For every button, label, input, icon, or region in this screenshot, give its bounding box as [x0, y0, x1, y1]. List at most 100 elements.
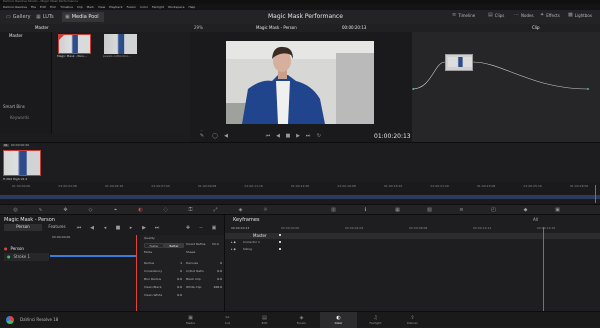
page-tab-fairlight[interactable]: ♫ Fairlight: [357, 312, 394, 328]
track-forward-icon[interactable]: ▸: [128, 225, 134, 231]
param-value[interactable]: 0.0: [177, 293, 184, 297]
keyframes-filter[interactable]: All: [533, 218, 538, 222]
keyframe-marker[interactable]: [279, 248, 281, 250]
noise-reduction-icon[interactable]: ▣: [554, 207, 561, 214]
curves-icon[interactable]: ∿: [37, 207, 44, 214]
motion-effects-icon[interactable]: ≋: [458, 207, 465, 214]
node-corrector-1[interactable]: [445, 54, 473, 71]
skip-start-icon[interactable]: ⏮: [265, 133, 271, 139]
smart-bins-label[interactable]: Smart Bins: [3, 105, 25, 109]
expand-icon[interactable]: ▸ ◆: [231, 248, 236, 251]
scopes-icon[interactable]: ▥: [330, 207, 337, 214]
key-icon[interactable]: ⚿: [187, 207, 194, 214]
param-value[interactable]: 100.0: [213, 285, 224, 289]
step-fwd-icon[interactable]: ▶: [141, 225, 147, 231]
sizing-icon[interactable]: ⤢: [212, 207, 219, 214]
magic-mask-icon[interactable]: ◐: [137, 207, 144, 214]
menu-item[interactable]: View: [98, 5, 105, 9]
luts-button[interactable]: ▦ LUTs: [36, 13, 54, 22]
tab-features[interactable]: Features: [42, 224, 72, 231]
menu-item[interactable]: Color: [140, 5, 148, 9]
stop-icon[interactable]: ■: [115, 225, 121, 231]
menu-item[interactable]: Fairlight: [152, 5, 164, 9]
faster-button[interactable]: Faster: [144, 243, 164, 248]
blur-icon[interactable]: ◌: [162, 207, 169, 214]
nodes-button[interactable]: ⋯ Nodes: [514, 13, 534, 18]
param-value[interactable]: 0.0: [177, 285, 184, 289]
page-tab-fusion[interactable]: ◈ Fusion: [283, 312, 320, 328]
warper-icon[interactable]: ▦: [394, 207, 401, 214]
menu-item[interactable]: Trim: [50, 5, 56, 9]
menu-item[interactable]: Clip: [77, 5, 83, 9]
loop-icon[interactable]: ↻: [316, 133, 322, 139]
add-stroke-icon[interactable]: ✚: [185, 225, 191, 231]
pen-icon[interactable]: ✎: [199, 133, 205, 139]
track-end-icon[interactable]: ⏭: [154, 225, 160, 231]
gallery-button[interactable]: ▭ Gallery: [6, 13, 31, 22]
expand-icon[interactable]: ▸ ◆: [231, 241, 236, 244]
media-pool-button[interactable]: ▣ Media Pool: [62, 12, 104, 22]
menu-item[interactable]: Edit: [40, 5, 46, 9]
rgb-mixer-icon[interactable]: ▧: [426, 207, 433, 214]
hdr-icon[interactable]: ☼: [262, 207, 269, 214]
timeline-button[interactable]: ≡ Timeline: [452, 13, 475, 18]
clip-dropdown[interactable]: Clip: [532, 26, 540, 30]
menu-item[interactable]: DaVinci Resolve: [3, 5, 27, 9]
stroke-1[interactable]: Stroke 1: [14, 255, 31, 259]
media-clip-2[interactable]: pexels-cottonbro...: [103, 34, 137, 59]
menu-item[interactable]: Mark: [87, 5, 94, 9]
keyframes-icon[interactable]: ◆: [522, 207, 529, 214]
page-tab-cut[interactable]: ✂ Cut: [209, 312, 246, 328]
media-clip-1[interactable]: Magic Mask - Pers...: [57, 34, 91, 59]
master-bin[interactable]: Master: [9, 34, 23, 38]
clips-button[interactable]: ▤ Clips: [488, 13, 504, 18]
lightbox-button[interactable]: ▩ Lightbox: [568, 13, 592, 18]
smart-refine-value[interactable]: 50.0: [212, 243, 219, 246]
skip-end-icon[interactable]: ⏭: [305, 133, 311, 139]
play-icon[interactable]: ▶: [295, 133, 301, 139]
audio-icon[interactable]: ◀: [223, 133, 229, 139]
timeline-clip-1[interactable]: 01 00:00:00:00 H.264 High L5.2: [3, 144, 41, 181]
tracker-icon[interactable]: ⌖: [112, 207, 119, 214]
page-tab-color[interactable]: ◐ Color: [320, 312, 357, 328]
param-value[interactable]: 0: [180, 269, 184, 273]
sub-stroke-icon[interactable]: −: [198, 225, 204, 231]
menu-item[interactable]: Timeline: [60, 5, 73, 9]
3d-icon[interactable]: ◈: [237, 207, 244, 214]
record-icon[interactable]: ◯: [212, 133, 218, 139]
playhead[interactable]: [595, 185, 596, 203]
color-wheels-icon[interactable]: ◎: [12, 207, 19, 214]
window-icon[interactable]: ◇: [87, 207, 94, 214]
keywords-bin[interactable]: Keywords: [10, 116, 29, 120]
page-tab-media[interactable]: ▣ Media: [172, 312, 209, 328]
track-back-icon[interactable]: ⏮: [76, 225, 82, 231]
menu-item[interactable]: Help: [188, 5, 195, 9]
viewer-clip-title[interactable]: Magic Mask - Person: [256, 26, 297, 30]
step-back-icon[interactable]: ◀: [275, 133, 281, 139]
menu-item[interactable]: File: [31, 5, 36, 9]
param-value[interactable]: 1: [180, 261, 184, 265]
effects-button[interactable]: ✦ Effects: [540, 13, 560, 18]
track-backward-icon[interactable]: ◂: [102, 225, 108, 231]
menu-item[interactable]: Playback: [109, 5, 122, 9]
strokes-group[interactable]: Person: [11, 247, 24, 251]
step-back-icon[interactable]: ◀: [89, 225, 95, 231]
param-value[interactable]: 0.0: [217, 277, 224, 281]
param-value[interactable]: 0.0: [217, 269, 224, 273]
tab-person[interactable]: Person: [4, 224, 42, 231]
overlay-icon[interactable]: ▣: [211, 225, 217, 231]
keyframe-marker[interactable]: [279, 234, 281, 236]
stop-icon[interactable]: ■: [285, 133, 291, 139]
info-icon[interactable]: ℹ: [362, 207, 369, 214]
page-tab-deliver[interactable]: ⇪ Deliver: [394, 312, 431, 328]
zoom-level[interactable]: 29%: [194, 26, 203, 30]
camera-raw-icon[interactable]: ◰: [490, 207, 497, 214]
menu-item[interactable]: Fusion: [127, 5, 137, 9]
menu-item[interactable]: Workspace: [168, 5, 184, 9]
param-value[interactable]: 0.0: [177, 277, 184, 281]
keyframe-playhead[interactable]: [543, 227, 544, 311]
qualifier-icon[interactable]: ✥: [62, 207, 69, 214]
keyframe-marker[interactable]: [279, 241, 281, 243]
page-tab-edit[interactable]: ▤ Edit: [246, 312, 283, 328]
better-button[interactable]: Better: [164, 243, 184, 248]
